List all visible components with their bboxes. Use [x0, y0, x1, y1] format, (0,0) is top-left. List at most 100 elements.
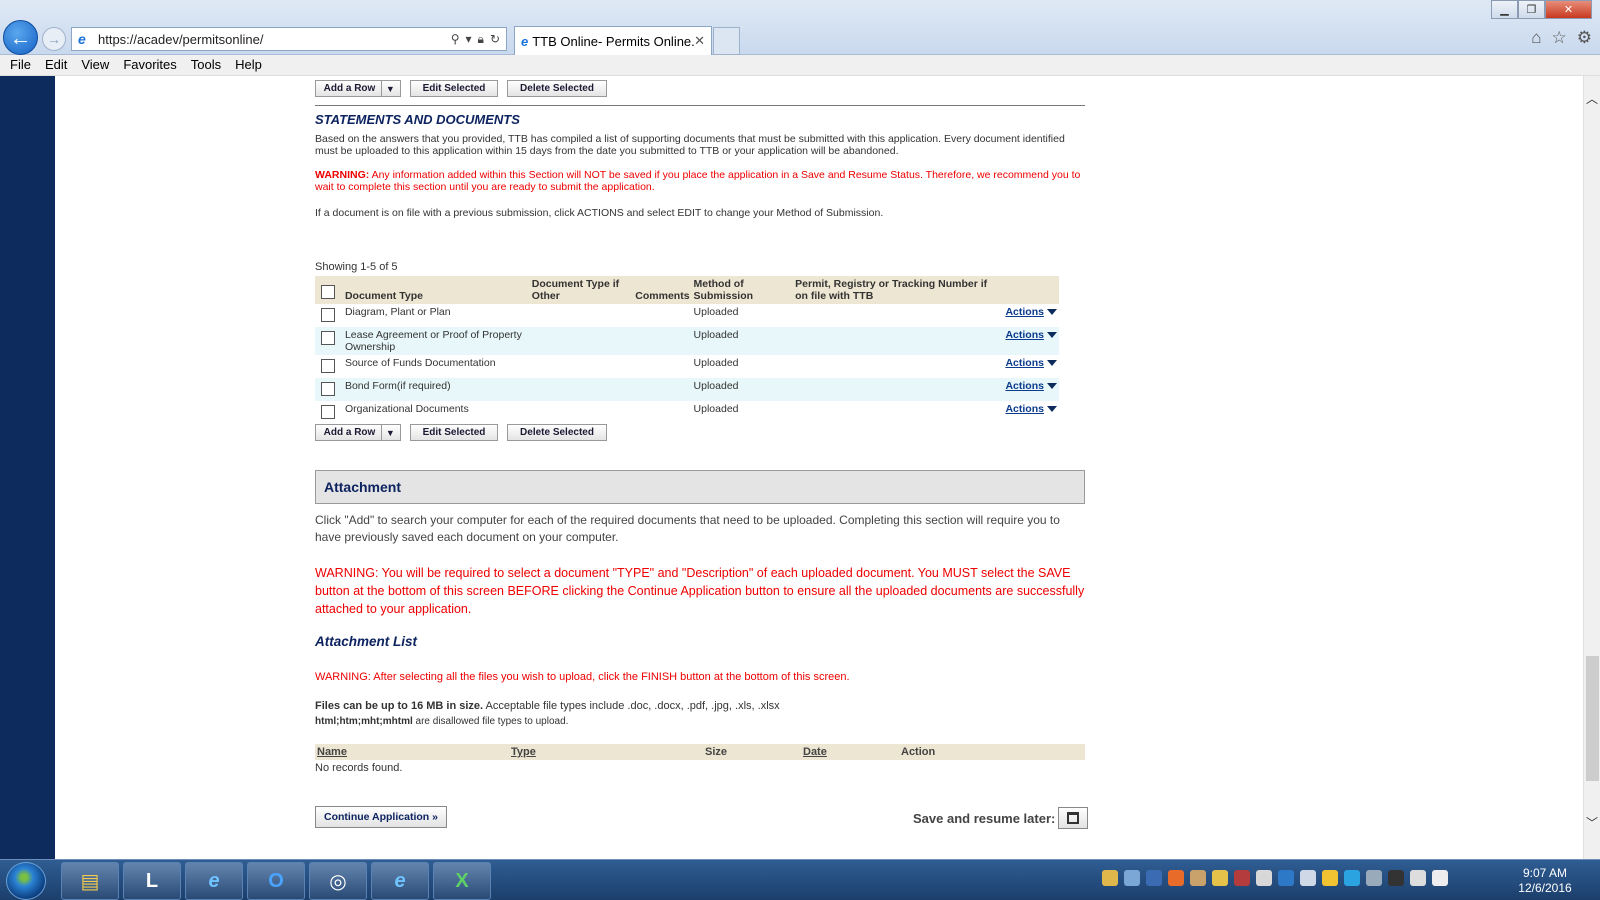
actions-link[interactable]: Actions: [1005, 380, 1057, 392]
home-icon[interactable]: ⌂: [1531, 28, 1541, 48]
lync-task-icon[interactable]: L: [123, 862, 181, 900]
actions-link[interactable]: Actions: [1005, 357, 1057, 369]
restore-button[interactable]: ❐: [1518, 0, 1545, 19]
save-resume-later: Save and resume later:: [913, 807, 1089, 829]
back-button[interactable]: ←: [3, 20, 38, 55]
actions-link[interactable]: Actions: [1005, 403, 1057, 415]
menu-view[interactable]: View: [71, 55, 109, 75]
tray-icon[interactable]: [1146, 870, 1162, 886]
tray-icon[interactable]: [1300, 870, 1316, 886]
table-row: Lease Agreement or Proof of Property Own…: [315, 327, 1059, 355]
menu-edit[interactable]: Edit: [35, 55, 67, 75]
speaker-icon[interactable]: [1410, 870, 1426, 886]
delete-selected-button[interactable]: Delete Selected: [507, 80, 607, 97]
chevron-down-icon[interactable]: ▼: [381, 425, 398, 440]
explorer-task-icon[interactable]: ▤: [61, 862, 119, 900]
minimize-button[interactable]: ▁: [1491, 0, 1518, 19]
tray-icon[interactable]: [1124, 870, 1140, 886]
row-checkbox[interactable]: [321, 405, 335, 419]
settings-gear-icon[interactable]: ⚙: [1577, 28, 1592, 48]
ie-page-icon: e: [78, 31, 86, 47]
menu-file[interactable]: File: [0, 55, 31, 75]
actions-link[interactable]: Actions: [1005, 306, 1057, 318]
start-button[interactable]: [6, 862, 46, 900]
attachment-list-warning: WARNING: After selecting all the files y…: [315, 671, 850, 683]
menu-favorites[interactable]: Favorites: [113, 55, 176, 75]
tray-icon[interactable]: [1388, 870, 1404, 886]
clock[interactable]: 9:07 AM 12/6/2016: [1500, 866, 1590, 896]
search-icon[interactable]: ⚲: [451, 32, 460, 47]
edit-selected-button[interactable]: Edit Selected: [410, 80, 498, 97]
row-checkbox[interactable]: [321, 331, 335, 345]
add-row-button[interactable]: Add a Row ▼: [315, 80, 401, 97]
col-document-type-other: Document Type if Other: [529, 276, 634, 304]
excel-task-icon[interactable]: X: [433, 862, 491, 900]
col-permit-number: Permit, Registry or Tracking Number if o…: [793, 276, 1004, 304]
delete-selected-button[interactable]: Delete Selected: [507, 424, 607, 441]
cell-method: Uploaded: [693, 403, 739, 415]
warning-text: Any information added within this Sectio…: [315, 169, 1081, 193]
menu-help[interactable]: Help: [225, 55, 262, 75]
ie-task-icon[interactable]: e: [185, 862, 243, 900]
favorites-star-icon[interactable]: ☆: [1552, 28, 1567, 48]
ie-task-icon-2[interactable]: e: [371, 862, 429, 900]
tray-icon[interactable]: [1256, 870, 1272, 886]
address-bar[interactable]: e https://acadev/permitsonline/ ⚲ ▾ 🔒︎ ↻: [71, 27, 507, 51]
tab-title: TTB Online- Permits Online...: [532, 33, 695, 49]
row-checkbox[interactable]: [321, 382, 335, 396]
network-icon[interactable]: [1432, 870, 1448, 886]
vertical-scrollbar[interactable]: ︿ ﹀: [1583, 76, 1600, 859]
col-size: Size: [705, 746, 728, 758]
tray-icon[interactable]: [1212, 870, 1228, 886]
scroll-down-icon[interactable]: ﹀: [1586, 814, 1598, 831]
table-row: Bond Form(if required) Uploaded Actions: [315, 378, 1059, 401]
actions-link[interactable]: Actions: [1005, 329, 1057, 341]
refresh-icon[interactable]: ↻: [490, 32, 500, 47]
tray-icon[interactable]: [1234, 870, 1250, 886]
col-name[interactable]: Name: [317, 746, 347, 758]
browser-tab[interactable]: e TTB Online- Permits Online... ✕: [514, 26, 712, 55]
tray-icon[interactable]: [1190, 870, 1206, 886]
windows-taskbar: ▤ L e O ◎ e X 9:07 AM 12/6/2016: [0, 859, 1600, 900]
system-tray: [1102, 870, 1448, 886]
statements-note: If a document is on file with a previous…: [315, 207, 884, 219]
tray-icon[interactable]: [1322, 870, 1338, 886]
attachment-intro: Click "Add" to search your computer for …: [315, 513, 1060, 544]
menu-tools[interactable]: Tools: [181, 55, 221, 75]
warning-label: WARNING:: [315, 169, 370, 181]
tray-icon[interactable]: [1102, 870, 1118, 886]
attachment-table: Name Type Size Date Action No records fo…: [315, 744, 1085, 774]
cell-doc-type: Lease Agreement or Proof of Property Own…: [342, 327, 530, 355]
forward-button[interactable]: →: [42, 27, 66, 51]
media-task-icon[interactable]: ◎: [309, 862, 367, 900]
scroll-up-icon[interactable]: ︿: [1586, 90, 1598, 107]
col-type[interactable]: Type: [511, 746, 536, 758]
row-checkbox[interactable]: [321, 359, 335, 373]
row-checkbox[interactable]: [321, 308, 335, 322]
outlook-task-icon[interactable]: O: [247, 862, 305, 900]
col-action: Action: [901, 746, 936, 758]
lock-icon[interactable]: 🔒︎: [478, 32, 484, 47]
dropdown-icon[interactable]: ▾: [466, 32, 472, 47]
save-button[interactable]: [1058, 807, 1089, 829]
address-url[interactable]: https://acadev/permitsonline/: [98, 32, 451, 47]
chevron-down-icon[interactable]: ▼: [381, 81, 398, 96]
add-row-button[interactable]: Add a Row ▼: [315, 424, 401, 441]
close-window-button[interactable]: ✕: [1545, 0, 1592, 19]
table-row: Organizational Documents Uploaded Action…: [315, 401, 1059, 424]
cell-doc-type: Source of Funds Documentation: [344, 357, 496, 369]
select-all-checkbox[interactable]: [321, 285, 335, 299]
scroll-thumb[interactable]: [1586, 656, 1599, 781]
tray-icon[interactable]: [1344, 870, 1360, 886]
tray-icon[interactable]: [1278, 870, 1294, 886]
edit-selected-button[interactable]: Edit Selected: [410, 424, 498, 441]
attachment-section-header: Attachment: [315, 470, 1085, 504]
menu-bar: File Edit View Favorites Tools Help: [0, 55, 1600, 76]
tab-close-icon[interactable]: ✕: [694, 33, 705, 49]
continue-application-button[interactable]: Continue Application »: [315, 806, 447, 828]
tray-icon[interactable]: [1366, 870, 1382, 886]
chevron-down-icon: [1046, 406, 1057, 413]
col-date[interactable]: Date: [803, 746, 827, 758]
tray-icon[interactable]: [1168, 870, 1184, 886]
new-tab-button[interactable]: [713, 27, 740, 55]
